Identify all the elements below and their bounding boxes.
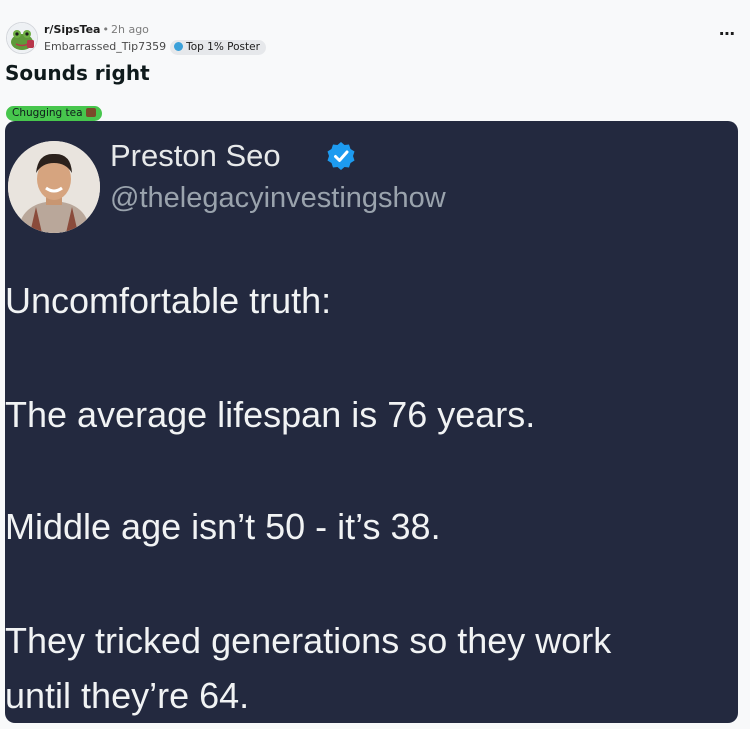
post-title[interactable]: Sounds right: [5, 60, 150, 86]
tweet-author-name: Preston Seo: [110, 138, 281, 173]
post-image[interactable]: Preston Seo @thelegacyinvestingshow Unco…: [5, 121, 738, 723]
tweet-author-avatar: [8, 141, 100, 233]
post-flair-badge[interactable]: Chugging tea: [6, 106, 102, 121]
globe-icon: [174, 42, 184, 51]
post-meta: r/SipsTea • 2h ago Embarrassed_Tip7359 Top …: [44, 23, 266, 55]
subreddit-link[interactable]: r/SipsTea: [44, 23, 100, 36]
post-time: 2h ago: [110, 23, 149, 36]
tweet-text-line: Uncomfortable truth:: [5, 280, 332, 321]
frog-avatar-icon: [7, 23, 37, 53]
meta-separator: •: [102, 23, 109, 36]
tea-emoji-icon: [85, 108, 96, 117]
post-flair-label: Chugging tea: [12, 107, 83, 119]
tweet-text-line: Middle age isn’t 50 - it’s 38.: [5, 506, 441, 547]
user-flair-badge: Top 1% Poster: [170, 40, 266, 55]
tweet-author-handle: @thelegacyinvestingshow: [110, 182, 446, 214]
tweet-text-line: The average lifespan is 76 years.: [5, 394, 536, 435]
verified-badge-icon: [327, 142, 355, 170]
more-options-button[interactable]: ⋯: [719, 26, 735, 42]
subreddit-avatar-icon[interactable]: [6, 22, 38, 54]
post-header: r/SipsTea • 2h ago Embarrassed_Tip7359 Top …: [6, 22, 744, 56]
author-link[interactable]: Embarrassed_Tip7359: [44, 40, 166, 53]
tweet-text-line: They tricked generations so they work: [5, 620, 612, 661]
user-flair-label: Top 1% Poster: [186, 41, 260, 53]
person-avatar-icon: [8, 141, 100, 233]
tweet-text-line: until they’re 64.: [5, 675, 250, 716]
